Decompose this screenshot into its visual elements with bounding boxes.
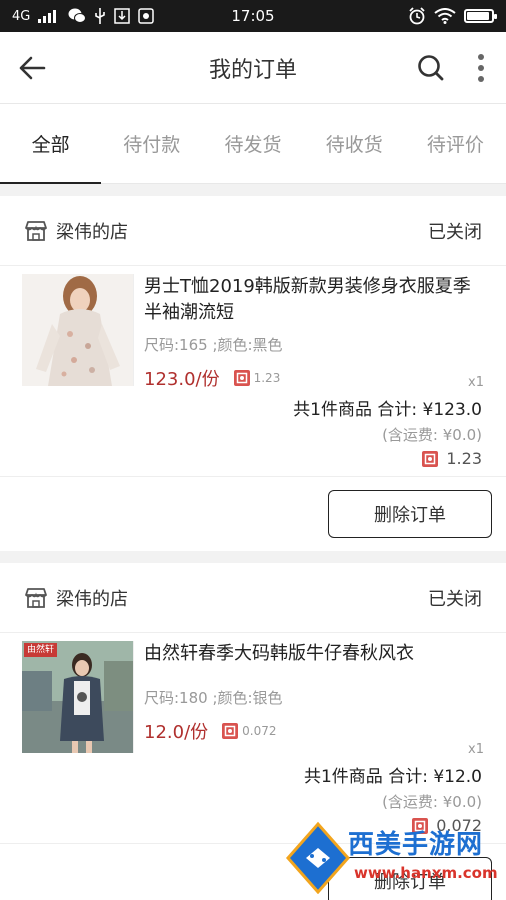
points-icon	[222, 723, 239, 739]
tab-pending-receipt[interactable]: 待收货	[304, 104, 405, 183]
action-row: 删除订单	[0, 477, 506, 551]
order-total: 共1件商品 合计: ¥12.0	[303, 767, 482, 787]
page: 4G 17:05 我的订单 全部 待付款 待发货 待收货 待评价 梁伟的店 已关…	[0, 0, 506, 900]
product-image	[22, 274, 134, 386]
points-total-row: 1.23	[24, 446, 482, 472]
product-points: 0.072	[242, 724, 277, 738]
tab-pending-review[interactable]: 待评价	[405, 104, 506, 183]
order-item[interactable]: 男士T恤2019韩版新款男装修身衣服夏季半袖潮流短 尺码:165 ;颜色:黑色 …	[0, 266, 506, 396]
more-button[interactable]	[456, 32, 506, 104]
watermark-name: 西美手游网	[348, 830, 484, 860]
store-icon	[25, 587, 47, 608]
tab-pending-shipment[interactable]: 待发货	[202, 104, 303, 183]
product-image: 由然轩	[22, 641, 134, 753]
product-quantity: x1	[468, 375, 484, 390]
points-total: 1.23	[446, 449, 482, 468]
product-price: 123.0/份	[144, 369, 220, 390]
shop-name: 梁伟的店	[56, 221, 128, 243]
status-bar: 4G 17:05	[0, 0, 506, 32]
product-badge: 由然轩	[24, 643, 58, 657]
store-icon	[25, 220, 47, 241]
shipping-fee: (含运费: ¥0.0)	[382, 793, 482, 811]
product-quantity: x1	[468, 742, 484, 757]
item-info: 男士T恤2019韩版新款男装修身衣服夏季半袖潮流短 尺码:165 ;颜色:黑色 …	[144, 274, 484, 396]
shop-row[interactable]: 梁伟的店 已关闭	[0, 196, 506, 266]
battery-icon	[464, 9, 497, 23]
shipping-fee: (含运费: ¥0.0)	[382, 426, 482, 444]
status-time: 17:05	[231, 7, 275, 25]
order-status: 已关闭	[428, 588, 482, 610]
back-arrow-icon	[19, 56, 46, 79]
delete-order-button[interactable]: 删除订单	[328, 490, 492, 538]
back-button[interactable]	[0, 32, 64, 104]
search-icon	[418, 54, 444, 80]
header-actions	[406, 32, 506, 104]
product-title: 由然轩春季大码韩版牛仔春秋风衣	[144, 643, 414, 664]
header: 我的订单	[0, 32, 506, 104]
tab-pending-payment[interactable]: 待付款	[101, 104, 202, 183]
price-row: 12.0/份 0.072	[144, 718, 484, 744]
search-button[interactable]	[406, 32, 456, 104]
shop-row[interactable]: 梁伟的店 已关闭	[0, 563, 506, 633]
watermark-url: www.hanxm.com	[354, 864, 498, 882]
site-watermark: 西美手游网 www.hanxm.com	[284, 818, 502, 895]
order-card: 梁伟的店 已关闭 男士T恤2019韩版新款男装修身衣服夏季半袖潮流短 尺码:16…	[0, 196, 506, 551]
order-status: 已关闭	[428, 221, 482, 243]
tab-all[interactable]: 全部	[0, 104, 102, 184]
product-price: 12.0/份	[144, 722, 209, 743]
order-tabs: 全部 待付款 待发货 待收货 待评价	[0, 104, 506, 184]
shop-name: 梁伟的店	[56, 588, 128, 610]
battery-level	[467, 12, 489, 20]
points-icon	[233, 370, 250, 386]
product-title: 男士T恤2019韩版新款男装修身衣服夏季半袖潮流短	[144, 276, 471, 323]
more-vertical-icon	[478, 53, 484, 82]
points-icon	[422, 451, 439, 467]
product-spec: 尺码:165 ;颜色:黑色	[144, 336, 283, 354]
order-item[interactable]: 由然轩 由然轩春季大码韩版牛仔春秋风衣 尺码:180 ;颜色:银色 12.0/份…	[0, 633, 506, 763]
order-total: 共1件商品 合计: ¥123.0	[293, 400, 482, 420]
product-spec: 尺码:180 ;颜色:银色	[144, 689, 283, 707]
order-summary: 共1件商品 合计: ¥123.0 (含运费: ¥0.0) 1.23	[0, 396, 506, 476]
item-info: 由然轩春季大码韩版牛仔春秋风衣 尺码:180 ;颜色:银色 12.0/份 0.0…	[144, 641, 484, 763]
price-row: 123.0/份 1.23	[144, 365, 484, 391]
product-points: 1.23	[253, 371, 281, 385]
